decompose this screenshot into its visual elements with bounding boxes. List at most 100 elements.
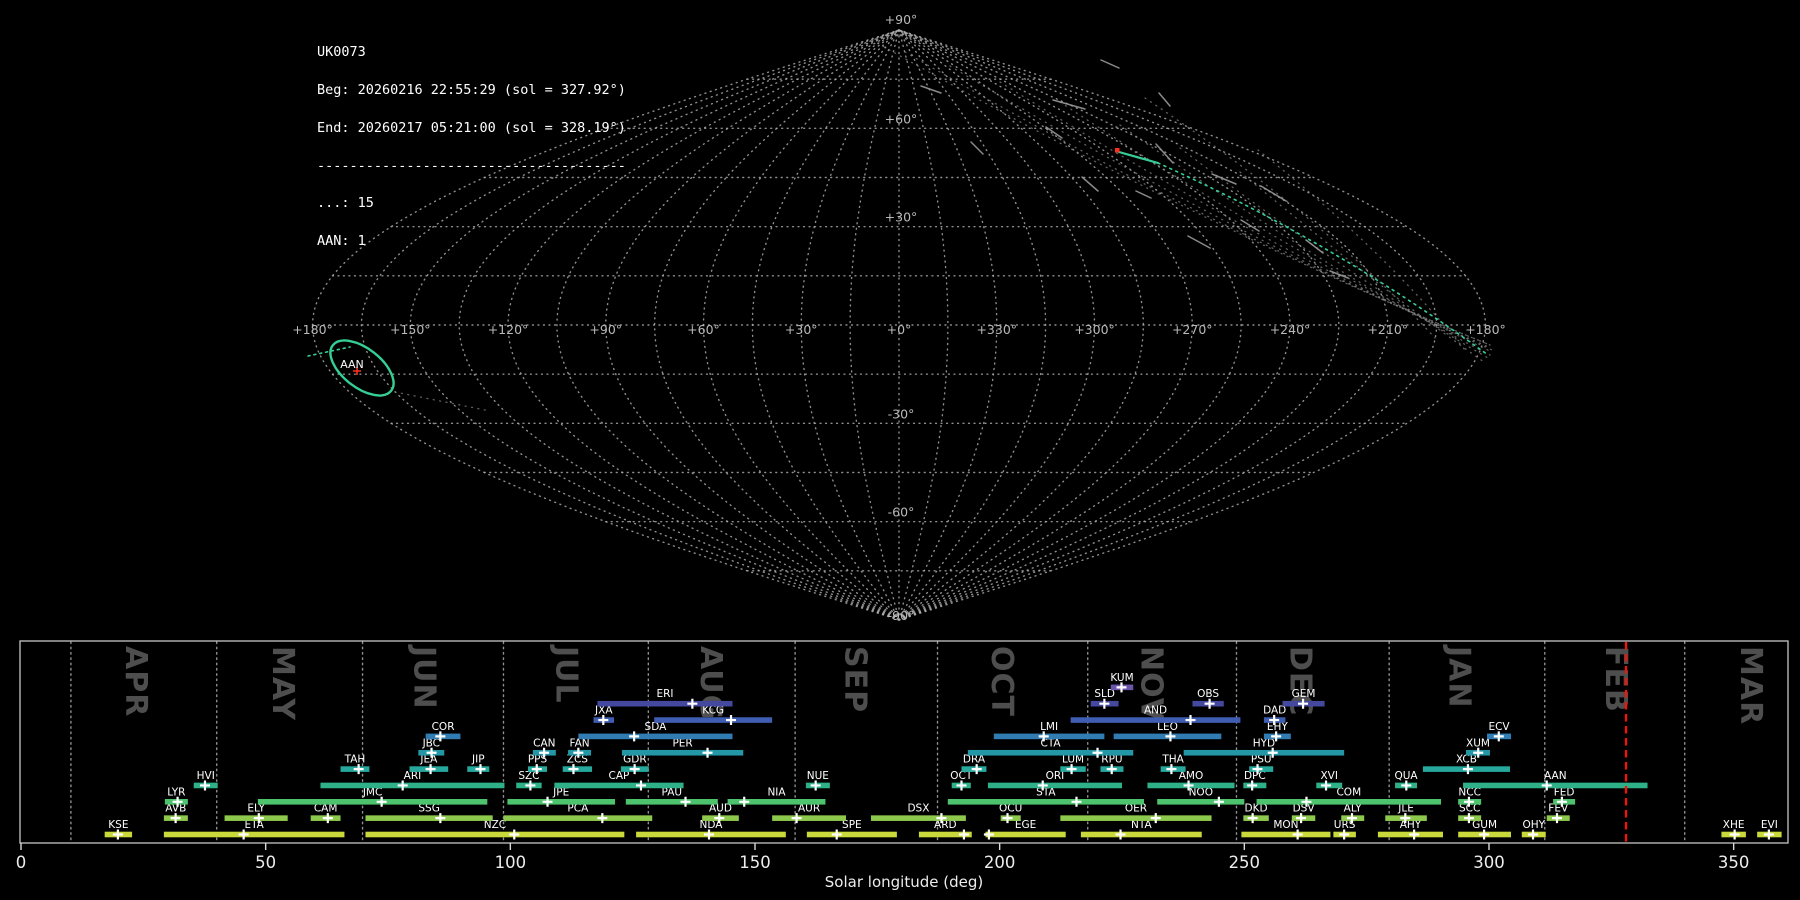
shower-peak-marker: [238, 829, 249, 840]
shower-peak-marker: [509, 829, 520, 840]
shower-peak-marker: [1213, 796, 1224, 807]
shower-peak-marker: [635, 780, 646, 791]
month-label: JAN: [1442, 644, 1477, 709]
longitude-label: +30°: [785, 322, 818, 337]
longitude-label: +330°: [976, 322, 1017, 337]
shower-bar-ege: [985, 831, 1066, 838]
sporadic-count: ...: 15: [317, 195, 374, 212]
shower-bar-nta: [1080, 831, 1202, 838]
latitude-label: -30°: [888, 406, 915, 421]
shower-bar-per: [621, 749, 744, 756]
longitude-label: +60°: [687, 322, 720, 337]
meteor-arc: [1257, 149, 1466, 351]
shower-peak-marker: [703, 829, 714, 840]
shower-bar-cap: [554, 782, 684, 789]
shower-label-xvi: XVI: [1320, 770, 1337, 782]
shower-bar-ssg: [365, 815, 493, 821]
meteor-trails: [920, 59, 1349, 279]
shower-label-obs: OBS: [1197, 688, 1219, 700]
shower-peak-marker: [1528, 829, 1539, 840]
shower-label-xhe: XHE: [1723, 819, 1745, 831]
latitude-label: -90°: [888, 608, 915, 623]
longitude-label: +90°: [589, 322, 622, 337]
meteor-trail: [1158, 92, 1171, 107]
shower-peak-marker: [1409, 829, 1420, 840]
longitude-label: +0°: [887, 322, 912, 337]
latitude-label: +90°: [885, 12, 918, 27]
shower-label-xum: XUM: [1466, 737, 1490, 749]
shower-bar-dsx: [870, 815, 966, 821]
month-label: FEB: [1598, 646, 1633, 713]
month-label: JUL: [549, 644, 584, 704]
month-label: OCT: [984, 646, 1019, 717]
month-label: MAY: [265, 646, 300, 721]
x-tick-label: 350: [1718, 853, 1750, 872]
shower-label-ecv: ECV: [1488, 721, 1510, 733]
latitude-label: -60°: [888, 505, 915, 520]
shower-bar-jmc: [257, 799, 488, 805]
shower-bar-ori: [987, 782, 1122, 789]
x-tick-label: 150: [739, 853, 771, 872]
x-axis-title: Solar longitude (deg): [825, 873, 983, 891]
meteor-arc: [1119, 124, 1491, 356]
shower-peak-marker: [1763, 829, 1774, 840]
shower-label-qua: QUA: [1394, 770, 1418, 782]
longitude-label: +180°: [292, 322, 333, 337]
x-tick-label: 200: [984, 853, 1016, 872]
shower-count: AAN: 1: [317, 233, 366, 250]
x-tick-label: 250: [1229, 853, 1261, 872]
shower-bar-ari: [320, 782, 505, 789]
shower-label-gem: GEM: [1292, 688, 1316, 700]
session-end: End: 20260217 05:21:00 (sol = 328.19°): [317, 119, 626, 136]
shower-peak-marker: [112, 829, 123, 840]
meteor-trail: [920, 85, 942, 94]
shower-peak-marker: [739, 796, 750, 807]
meteor-arc: [394, 391, 491, 412]
shower-peak-marker: [1479, 829, 1490, 840]
shower-bars: KSE ETA NZC NDA SPE ARD EGE NTA MON URS AHY GUM OHY X…: [104, 672, 1782, 840]
latitude-label: +60°: [885, 111, 918, 126]
shower-peak-marker: [1115, 829, 1126, 840]
latitude-label: +30°: [885, 210, 918, 225]
shower-bar-jpe: [507, 799, 616, 805]
month-label: JUN: [407, 644, 442, 710]
trajectory-solid-segment: [1117, 150, 1160, 165]
meteor-trail: [1260, 185, 1287, 202]
shower-bar-oer: [1060, 815, 1212, 821]
longitude-label: +240°: [1270, 322, 1311, 337]
separator-line: --------------------------------------: [317, 157, 626, 174]
shower-label-and: AND: [1144, 705, 1167, 717]
shower-bar-lmi: [993, 733, 1105, 740]
radiant-label: AAN: [340, 358, 364, 371]
shower-peak-marker: [1071, 796, 1082, 807]
shower-label-lyr: LYR: [167, 786, 185, 798]
shower-peak-marker: [1292, 829, 1303, 840]
x-tick-label: 100: [495, 853, 527, 872]
activity-timeline: APR MAY JUN JUL AUG SEP OCT NOV DEC JAN FEB MARKSE E…: [16, 640, 1789, 891]
shower-bar-pau: [625, 799, 718, 805]
radiant-map-and-activity-plot: +180° +150° +120° +90° +60° +30° +0° +330° +300°…: [16, 12, 1789, 891]
shower-bar-eta: [163, 831, 345, 838]
shower-peak-marker: [597, 813, 608, 824]
shower-peak-marker: [983, 829, 994, 840]
x-axis: 0 50 100 150 200 250 300 350 Solar longitude (de…: [16, 843, 1750, 891]
meteor-trail: [1081, 176, 1099, 192]
shower-bar-sta: [947, 799, 1145, 805]
shower-label-hvi: HVI: [197, 770, 215, 782]
shower-label-aan: AAN: [1544, 770, 1567, 782]
shower-bar-and: [1070, 717, 1241, 723]
longitude-label: +150°: [390, 322, 431, 337]
meteor-trail: [1240, 219, 1260, 232]
shower-bar-hyd: [1183, 749, 1345, 756]
shower-label-kum: KUM: [1110, 672, 1133, 684]
shower-peak-marker: [958, 829, 969, 840]
meteor-arc: [949, 65, 1492, 349]
meteor-trail: [1155, 143, 1174, 164]
shower-peak-marker: [1150, 813, 1161, 824]
shower-label-evi: EVI: [1761, 819, 1778, 831]
shower-bar-mon: [1241, 831, 1331, 838]
meteor-radiant-activity-screen: UK0073 Beg: 20260216 22:55:29 (sol = 327…: [0, 0, 1800, 900]
shower-label-kse: KSE: [108, 819, 128, 831]
longitude-label: +180°: [1465, 322, 1506, 337]
shower-bar-nzc: [365, 831, 625, 838]
